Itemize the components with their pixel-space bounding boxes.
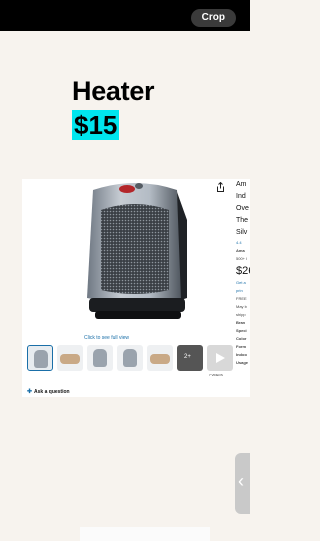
heater-product-image[interactable] — [79, 180, 191, 330]
product-price: $26 — [236, 265, 250, 277]
thumbnail[interactable] — [57, 345, 83, 371]
product-screenshot: Click to see full view 2+ 7 VIDEOS ✚ Ask … — [22, 179, 250, 397]
thumbnail[interactable] — [117, 345, 143, 371]
top-bar: Crop — [0, 0, 250, 31]
rating[interactable]: 4.4 — [236, 239, 250, 247]
plus-icon: ✚ — [27, 389, 33, 395]
spec-brand: Bran — [236, 320, 246, 325]
spec-indoor: Indoo — [236, 352, 247, 357]
thumbnail[interactable] — [147, 345, 173, 371]
video-count: 7 VIDEOS — [209, 373, 223, 377]
spec-usage: Usage — [236, 360, 249, 365]
product-title-line[interactable]: The — [236, 215, 250, 227]
prime-badge: prin — [236, 288, 243, 293]
crop-button[interactable]: Crop — [190, 9, 236, 27]
ask-question-label: Ask a question — [34, 389, 70, 395]
thumbnail-strip: 2+ — [27, 345, 233, 371]
ask-question-link[interactable]: ✚ Ask a question — [27, 388, 70, 395]
see-full-view-link[interactable]: Click to see full view — [84, 335, 129, 341]
note-price: $15 — [72, 110, 120, 140]
product-title-line[interactable]: Am — [236, 179, 250, 191]
bought-count: 500+ l — [236, 256, 248, 261]
product-details-column: Am Ind Ove The Silv 4.4 Ama 500+ l $26 G… — [236, 179, 250, 397]
play-icon — [216, 353, 225, 363]
share-icon[interactable] — [216, 182, 225, 192]
spec-color: Color — [236, 336, 247, 341]
video-thumbnail[interactable] — [207, 345, 233, 371]
delivery-note: May b — [236, 304, 247, 309]
chevron-left-icon: ‹ — [238, 471, 244, 491]
get-offer-link[interactable]: Get a — [236, 279, 250, 287]
shipping-note: shipp — [236, 312, 246, 317]
spec-special: Speci — [236, 328, 247, 333]
thumbnail[interactable] — [87, 345, 113, 371]
product-title-line[interactable]: Ove — [236, 203, 250, 215]
product-title-line[interactable]: Ind — [236, 191, 250, 203]
more-images-thumbnail[interactable]: 2+ — [177, 345, 203, 371]
bottom-strip — [80, 527, 210, 541]
spec-form: Form — [236, 344, 246, 349]
choice-badge: Ama — [236, 248, 245, 253]
free-delivery: FREE — [236, 296, 247, 301]
thumbnail[interactable] — [27, 345, 53, 371]
note-title: Heater — [72, 76, 155, 106]
side-back-handle[interactable]: ‹ — [235, 453, 250, 514]
product-title-line[interactable]: Silv — [236, 227, 250, 239]
more-count: 2+ — [184, 354, 191, 360]
